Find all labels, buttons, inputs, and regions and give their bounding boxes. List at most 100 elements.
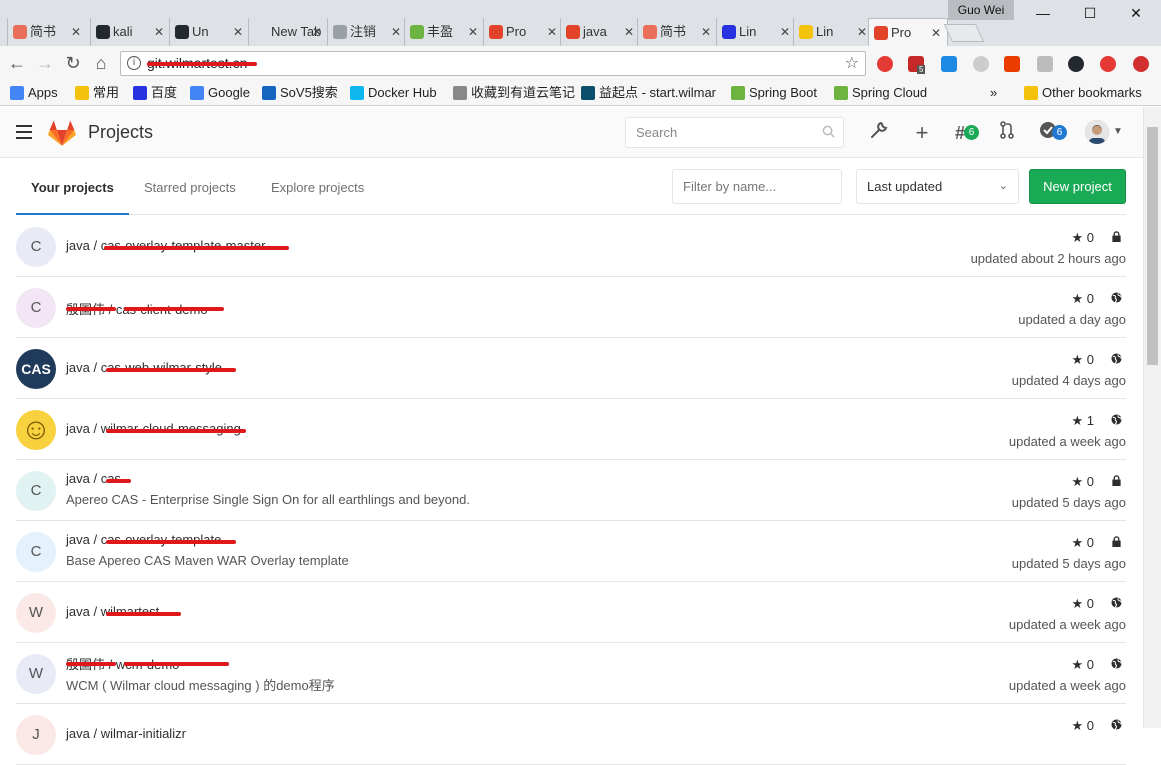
mail-extension-icon[interactable]: 5 [908, 56, 926, 74]
chevron-down-icon[interactable]: ▼ [1113, 126, 1123, 137]
star-count[interactable]: ★ 0 [1071, 474, 1094, 490]
browser-tab[interactable]: Lin ✕ [793, 18, 873, 46]
sync-extension-icon[interactable] [941, 56, 957, 72]
bookmark-item[interactable]: Apps [10, 84, 58, 102]
new-tab-button[interactable] [943, 24, 985, 42]
browser-tab[interactable]: java ✕ [560, 18, 640, 46]
reload-icon[interactable]: ↻ [62, 52, 84, 74]
admin-wrench-icon[interactable] [867, 121, 891, 145]
bookmark-item[interactable]: 常用 [75, 84, 119, 102]
github-extension-icon[interactable] [1068, 56, 1084, 72]
pinwheel-extension-icon[interactable] [1100, 56, 1116, 72]
forward-icon[interactable]: → [34, 52, 56, 74]
project-row[interactable]: Cjava / cas-overlay-templateBase Apereo … [16, 521, 1126, 582]
plus-icon[interactable]: + [910, 121, 934, 145]
star-count[interactable]: ★ 0 [1071, 657, 1094, 673]
project-row[interactable]: CASjava / cas-web-wilmar-style★ 0updated… [16, 338, 1126, 399]
bookmarks-overflow-icon[interactable]: » [990, 84, 997, 102]
project-avatar[interactable]: C [16, 288, 56, 328]
close-tab-icon[interactable]: ✕ [468, 18, 478, 46]
bookmark-item[interactable]: 收藏到有道云笔记 [453, 84, 575, 102]
tab-your-projects[interactable]: Your projects [16, 159, 129, 215]
star-count[interactable]: ★ 1 [1071, 413, 1094, 429]
browser-tab[interactable]: 注销 ✕ [327, 18, 407, 46]
browser-tab[interactable]: New Tab ✕ [248, 18, 328, 46]
browser-tab[interactable]: kali ✕ [90, 18, 170, 46]
close-tab-icon[interactable]: ✕ [780, 18, 790, 46]
sort-dropdown[interactable]: Last updated ⌄ [856, 169, 1019, 204]
minimize-icon[interactable]: — [1020, 0, 1066, 26]
browser-tab[interactable]: Lin ✕ [716, 18, 796, 46]
browser-tab[interactable]: Un ✕ [169, 18, 249, 46]
office-extension-icon[interactable] [1004, 56, 1020, 72]
project-avatar[interactable]: C [16, 227, 56, 267]
project-avatar[interactable]: C [16, 532, 56, 572]
scrollbar-thumb[interactable] [1147, 127, 1158, 365]
browser-tab[interactable]: Pro ✕ [868, 18, 948, 46]
project-row[interactable]: W殷国伟 / wcm-demoWCM ( Wilmar cloud messag… [16, 643, 1126, 704]
star-count[interactable]: ★ 0 [1071, 718, 1094, 734]
browser-tab[interactable]: 丰盈 ✕ [404, 18, 484, 46]
project-row[interactable]: Cjava / casApereo CAS - Enterprise Singl… [16, 460, 1126, 521]
project-name-link[interactable]: java / wilmar-initializr [66, 726, 186, 741]
close-tab-icon[interactable]: ✕ [71, 18, 81, 46]
star-count[interactable]: ★ 0 [1071, 352, 1094, 368]
project-row[interactable]: ☺java / wilmar-cloud-messaging★ 1updated… [16, 399, 1126, 460]
close-tab-icon[interactable]: ✕ [233, 18, 243, 46]
tree-extension-icon[interactable] [1037, 56, 1053, 72]
close-tab-icon[interactable]: ✕ [857, 18, 867, 46]
gitlab-logo-icon[interactable] [48, 120, 76, 146]
project-avatar[interactable]: ☺ [16, 410, 56, 450]
bookmark-item[interactable]: Google [190, 84, 250, 102]
upload-extension-icon[interactable] [1133, 56, 1149, 72]
project-row[interactable]: Jjava / wilmar-initializr ★ 0 [16, 704, 1126, 765]
bookmark-item[interactable]: 益起点 - start.wilmar [581, 84, 716, 102]
browser-tab[interactable]: Pro ✕ [483, 18, 563, 46]
bookmark-item[interactable]: Spring Boot [731, 84, 817, 102]
user-avatar[interactable] [1085, 120, 1109, 144]
star-count[interactable]: ★ 0 [1071, 596, 1094, 612]
tab-starred-projects[interactable]: Starred projects [144, 159, 236, 215]
bookmark-item[interactable]: Docker Hub [350, 84, 437, 102]
browser-tab[interactable]: 简书 ✕ [7, 18, 87, 46]
project-avatar[interactable]: W [16, 593, 56, 633]
browser-profile-chip[interactable]: Guo Wei [948, 0, 1014, 20]
merge-requests-icon[interactable] [995, 121, 1019, 145]
project-avatar[interactable]: C [16, 471, 56, 511]
close-tab-icon[interactable]: ✕ [624, 18, 634, 46]
back-icon[interactable]: ← [6, 52, 28, 74]
project-row[interactable]: Cjava / cas-overlay-template-master★ 0up… [16, 216, 1126, 277]
home-icon[interactable]: ⌂ [90, 52, 112, 74]
close-tab-icon[interactable]: ✕ [154, 18, 164, 46]
project-avatar[interactable]: J [16, 715, 56, 755]
tab-explore-projects[interactable]: Explore projects [271, 159, 364, 215]
opera-extension-icon[interactable] [877, 56, 893, 72]
maximize-icon[interactable]: ☐ [1067, 0, 1113, 26]
close-tab-icon[interactable]: ✕ [391, 18, 401, 46]
site-info-icon[interactable]: i [127, 56, 141, 70]
filter-by-name-input[interactable]: Filter by name... [672, 169, 842, 204]
search-input[interactable]: Search [625, 117, 844, 148]
close-tab-icon[interactable]: ✕ [312, 18, 322, 46]
close-tab-icon[interactable]: ✕ [547, 18, 557, 46]
close-tab-icon[interactable]: ✕ [931, 19, 941, 46]
close-tab-icon[interactable]: ✕ [701, 18, 711, 46]
new-project-button[interactable]: New project [1029, 169, 1126, 204]
project-avatar[interactable]: W [16, 654, 56, 694]
project-row[interactable]: C殷国伟 / cas-client-demo★ 0updated a day a… [16, 277, 1126, 338]
page-scrollbar[interactable] [1143, 107, 1161, 728]
browser-tab[interactable]: 简书 ✕ [637, 18, 717, 46]
close-window-icon[interactable]: ✕ [1113, 0, 1159, 26]
menu-icon[interactable] [16, 125, 32, 139]
star-count[interactable]: ★ 0 [1071, 230, 1094, 246]
other-bookmarks[interactable]: Other bookmarks [1024, 84, 1142, 102]
star-count[interactable]: ★ 0 [1071, 535, 1094, 551]
project-avatar[interactable]: CAS [16, 349, 56, 389]
bookmark-item[interactable]: 百度 [133, 84, 177, 102]
project-row[interactable]: Wjava / wilmartest★ 0updated a week ago [16, 582, 1126, 643]
bookmark-star-icon[interactable]: ☆ [845, 52, 859, 75]
address-bar[interactable]: i git.wilmartest.cn ☆ [120, 51, 866, 76]
bookmark-item[interactable]: SoV5搜索 [262, 84, 338, 102]
disabled-extension-icon[interactable] [973, 56, 989, 72]
star-count[interactable]: ★ 0 [1071, 291, 1094, 307]
